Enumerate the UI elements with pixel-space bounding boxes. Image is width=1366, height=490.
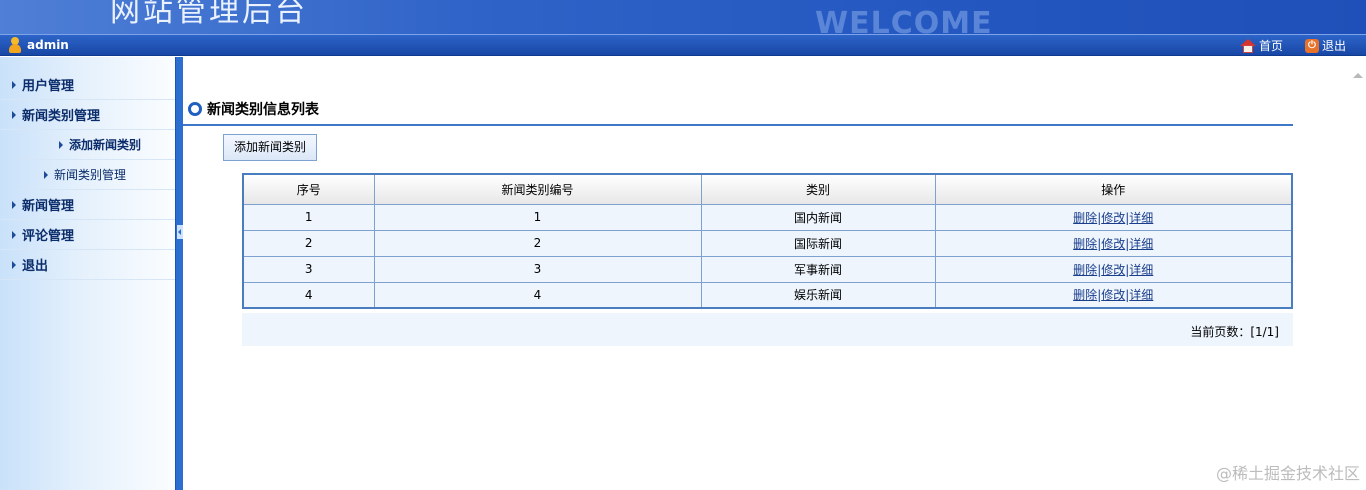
cell-category: 国内新闻 bbox=[700, 203, 936, 231]
sidebar-item-label: 添加新闻类别 bbox=[69, 138, 142, 152]
power-icon: ⏻ bbox=[1304, 38, 1319, 53]
home-link[interactable]: 首页 bbox=[1239, 37, 1283, 54]
detail-link[interactable]: 详细 bbox=[1129, 263, 1153, 277]
add-news-category-button[interactable]: 添加新闻类别 bbox=[223, 134, 317, 161]
cell-actions: 删除|修改|详细 bbox=[934, 255, 1293, 283]
cell-code: 2 bbox=[373, 229, 702, 257]
delete-link[interactable]: 删除 bbox=[1073, 211, 1097, 225]
table-header-row: 序号 新闻类别编号 类别 操作 bbox=[242, 173, 1293, 205]
table-row: 4 4 娱乐新闻 删除|修改|详细 bbox=[242, 281, 1293, 309]
cell-actions: 删除|修改|详细 bbox=[934, 203, 1293, 231]
sidebar-item-label: 新闻管理 bbox=[22, 199, 75, 214]
header-banner: 网站管理后台 WELCOME bbox=[0, 0, 1366, 34]
table-row: 3 3 军事新闻 删除|修改|详细 bbox=[242, 255, 1293, 283]
cell-actions: 删除|修改|详细 bbox=[934, 229, 1293, 257]
user-bar: admin 首页 ⏻ 退出 bbox=[0, 34, 1366, 56]
sidebar-item-label: 退出 bbox=[22, 259, 49, 274]
logout-link[interactable]: ⏻ 退出 bbox=[1304, 37, 1346, 54]
scrollbar[interactable] bbox=[1350, 57, 1366, 490]
column-header: 操作 bbox=[934, 173, 1293, 205]
section-title: 新闻类别信息列表 bbox=[188, 99, 319, 119]
caret-right-icon bbox=[59, 140, 63, 149]
caret-right-icon bbox=[12, 110, 16, 119]
sidebar-item-comment-management[interactable]: 评论管理 bbox=[0, 220, 175, 250]
column-header: 序号 bbox=[242, 173, 375, 205]
sidebar-item-label: 评论管理 bbox=[22, 229, 75, 244]
sidebar-item-exit[interactable]: 退出 bbox=[0, 250, 175, 280]
caret-right-icon bbox=[12, 200, 16, 209]
cell-category: 国际新闻 bbox=[700, 229, 936, 257]
caret-right-icon bbox=[44, 170, 48, 179]
sidebar-item-news-management[interactable]: 新闻管理 bbox=[0, 190, 175, 220]
circle-icon bbox=[188, 102, 202, 116]
cell-actions: 删除|修改|详细 bbox=[934, 281, 1293, 309]
username: admin bbox=[27, 38, 69, 52]
detail-link[interactable]: 详细 bbox=[1129, 237, 1153, 251]
cell-code: 4 bbox=[373, 281, 702, 309]
column-header: 新闻类别编号 bbox=[373, 173, 702, 205]
site-title: 网站管理后台 bbox=[110, 0, 308, 29]
cell-index: 1 bbox=[242, 203, 375, 231]
cell-code: 3 bbox=[373, 255, 702, 283]
edit-link[interactable]: 修改 bbox=[1101, 288, 1125, 302]
sidebar-subitem-news-category-management[interactable]: 新闻类别管理 bbox=[20, 160, 175, 190]
welcome-text: WELCOME bbox=[815, 6, 993, 34]
home-label: 首页 bbox=[1258, 39, 1283, 53]
sidebar-splitter[interactable] bbox=[175, 57, 183, 490]
caret-right-icon bbox=[12, 260, 16, 269]
edit-link[interactable]: 修改 bbox=[1101, 237, 1125, 251]
column-header: 类别 bbox=[700, 173, 936, 205]
user-icon bbox=[8, 37, 21, 53]
cell-code: 1 bbox=[373, 203, 702, 231]
top-links: 首页 ⏻ 退出 bbox=[1239, 37, 1346, 54]
cell-index: 2 bbox=[242, 229, 375, 257]
delete-link[interactable]: 删除 bbox=[1073, 237, 1097, 251]
sidebar-item-user-management[interactable]: 用户管理 bbox=[0, 70, 175, 100]
sidebar-item-label: 新闻类别管理 bbox=[54, 168, 127, 182]
logout-label: 退出 bbox=[1321, 39, 1346, 53]
table-row: 2 2 国际新闻 删除|修改|详细 bbox=[242, 229, 1293, 257]
sidebar-item-label: 用户管理 bbox=[22, 79, 75, 94]
cell-index: 3 bbox=[242, 255, 375, 283]
category-table: 序号 新闻类别编号 类别 操作 1 1 国内新闻 删除|修改|详细 2 2 国际新闻 删除|修… bbox=[242, 173, 1293, 309]
edit-link[interactable]: 修改 bbox=[1101, 263, 1125, 277]
home-icon bbox=[1239, 38, 1256, 53]
edit-link[interactable]: 修改 bbox=[1101, 211, 1125, 225]
title-divider bbox=[183, 124, 1293, 126]
delete-link[interactable]: 删除 bbox=[1073, 288, 1097, 302]
detail-link[interactable]: 详细 bbox=[1129, 288, 1153, 302]
pagination-info: 当前页数：[1/1] bbox=[242, 313, 1293, 346]
sidebar-item-label: 新闻类别管理 bbox=[22, 109, 101, 124]
main-content: 新闻类别信息列表 添加新闻类别 序号 新闻类别编号 类别 操作 1 1 国内新闻 删除… bbox=[183, 57, 1350, 490]
sidebar-item-news-category-management[interactable]: 新闻类别管理 bbox=[0, 100, 175, 130]
current-user: admin bbox=[8, 37, 69, 53]
detail-link[interactable]: 详细 bbox=[1129, 211, 1153, 225]
caret-right-icon bbox=[12, 80, 16, 89]
sidebar: 用户管理 新闻类别管理 添加新闻类别 新闻类别管理 新闻管理 评论管理 退出 bbox=[0, 57, 175, 490]
table-row: 1 1 国内新闻 删除|修改|详细 bbox=[242, 203, 1293, 231]
scroll-up-icon[interactable] bbox=[1353, 73, 1363, 78]
watermark: @稀土掘金技术社区 bbox=[1215, 464, 1360, 483]
cell-index: 4 bbox=[242, 281, 375, 309]
cell-category: 军事新闻 bbox=[700, 255, 936, 283]
section-title-text: 新闻类别信息列表 bbox=[207, 102, 319, 118]
caret-right-icon bbox=[12, 230, 16, 239]
cell-category: 娱乐新闻 bbox=[700, 281, 936, 309]
sidebar-subitem-add-news-category[interactable]: 添加新闻类别 bbox=[20, 130, 175, 160]
delete-link[interactable]: 删除 bbox=[1073, 263, 1097, 277]
